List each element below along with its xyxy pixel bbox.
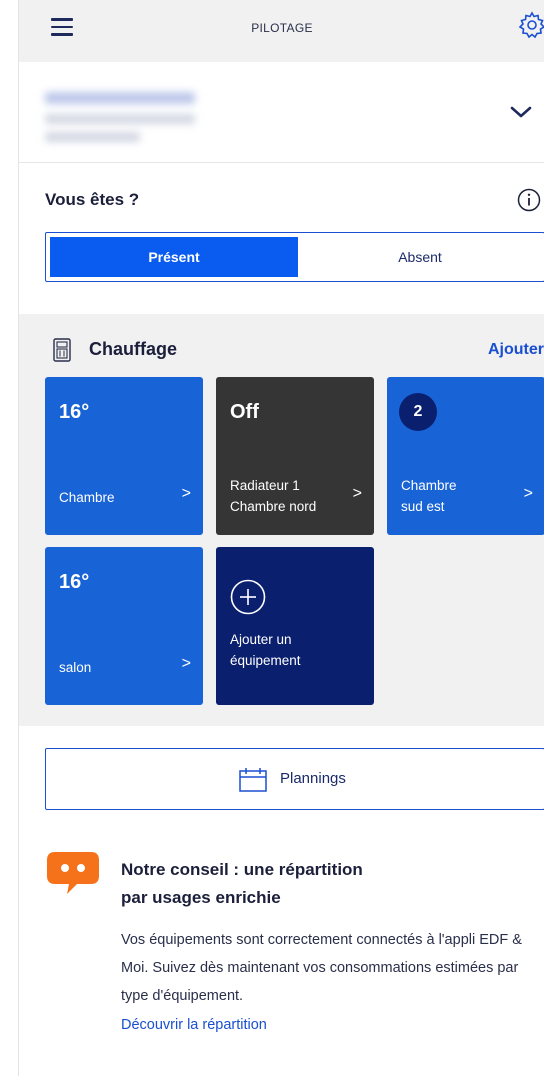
tile-label: Ajouter un équipement	[230, 629, 301, 671]
top-bar: PILOTAGE	[19, 0, 544, 62]
plus-circle-icon	[230, 579, 266, 615]
blurred-account-address	[45, 114, 195, 124]
tile-label: Chambre	[59, 490, 115, 505]
heating-tile-radiateur[interactable]: Off Radiateur 1 Chambre nord >	[216, 377, 374, 535]
divider	[19, 162, 544, 163]
advice-title-line2: par usages enrichie	[121, 888, 281, 907]
tile-label-line2: équipement	[230, 653, 301, 668]
app-screen: PILOTAGE Vous êtes ? Présent Absent Chau…	[18, 0, 544, 1076]
advice-title-line1: Notre conseil : une répartition	[121, 860, 363, 879]
temperature-value: 16°	[59, 401, 90, 423]
chevron-right-icon: >	[181, 485, 191, 502]
chevron-right-icon: >	[523, 485, 533, 502]
add-equipment-tile[interactable]: Ajouter un équipement	[216, 547, 374, 705]
speech-bubble-icon	[47, 852, 99, 894]
tile-label-line1: Radiateur 1	[230, 478, 300, 493]
gear-icon[interactable]	[517, 10, 544, 40]
page-title: PILOTAGE	[251, 21, 313, 35]
temperature-value: 16°	[59, 571, 90, 593]
count-badge: 2	[399, 393, 437, 431]
calendar-icon	[239, 768, 267, 792]
status-value: Off	[230, 401, 259, 423]
heating-tile-chambre[interactable]: 16° Chambre >	[45, 377, 203, 535]
absent-option[interactable]: Absent	[298, 237, 542, 277]
info-icon[interactable]	[516, 187, 542, 213]
tile-label: Chambre sud est	[401, 475, 457, 517]
heating-tile-chambre-sud-est[interactable]: 2 Chambre sud est >	[387, 377, 544, 535]
tile-label-line2: Chambre nord	[230, 499, 317, 514]
contract-selector[interactable]	[19, 62, 544, 162]
chevron-down-icon[interactable]	[509, 104, 533, 120]
heating-title: Chauffage	[89, 339, 178, 359]
tile-label: salon	[59, 660, 92, 675]
heating-tile-salon[interactable]: 16° salon >	[45, 547, 203, 705]
tile-label: Radiateur 1 Chambre nord	[230, 475, 316, 517]
add-heating-link[interactable]: Ajouter	[488, 341, 544, 359]
present-option[interactable]: Présent	[50, 237, 298, 277]
discover-breakdown-link[interactable]: Découvrir la répartition	[121, 1017, 267, 1033]
plannings-button[interactable]: Plannings	[45, 748, 544, 810]
tile-label-line1: Chambre	[401, 478, 457, 493]
chevron-right-icon: >	[352, 485, 362, 502]
presence-question: Vous êtes ?	[45, 190, 140, 209]
blurred-account-city	[45, 132, 140, 142]
blurred-account-name	[45, 92, 195, 104]
tile-label-line2: sud est	[401, 499, 445, 514]
radiator-icon	[53, 338, 71, 362]
presence-toggle: Présent Absent	[45, 232, 544, 282]
chevron-right-icon: >	[181, 655, 191, 672]
plannings-label: Plannings	[280, 770, 346, 787]
advice-body: Vos équipements sont correctement connec…	[121, 932, 522, 1004]
advice-title: Notre conseil : une répartition par usag…	[121, 856, 521, 912]
tile-label-line1: Ajouter un	[230, 632, 292, 647]
